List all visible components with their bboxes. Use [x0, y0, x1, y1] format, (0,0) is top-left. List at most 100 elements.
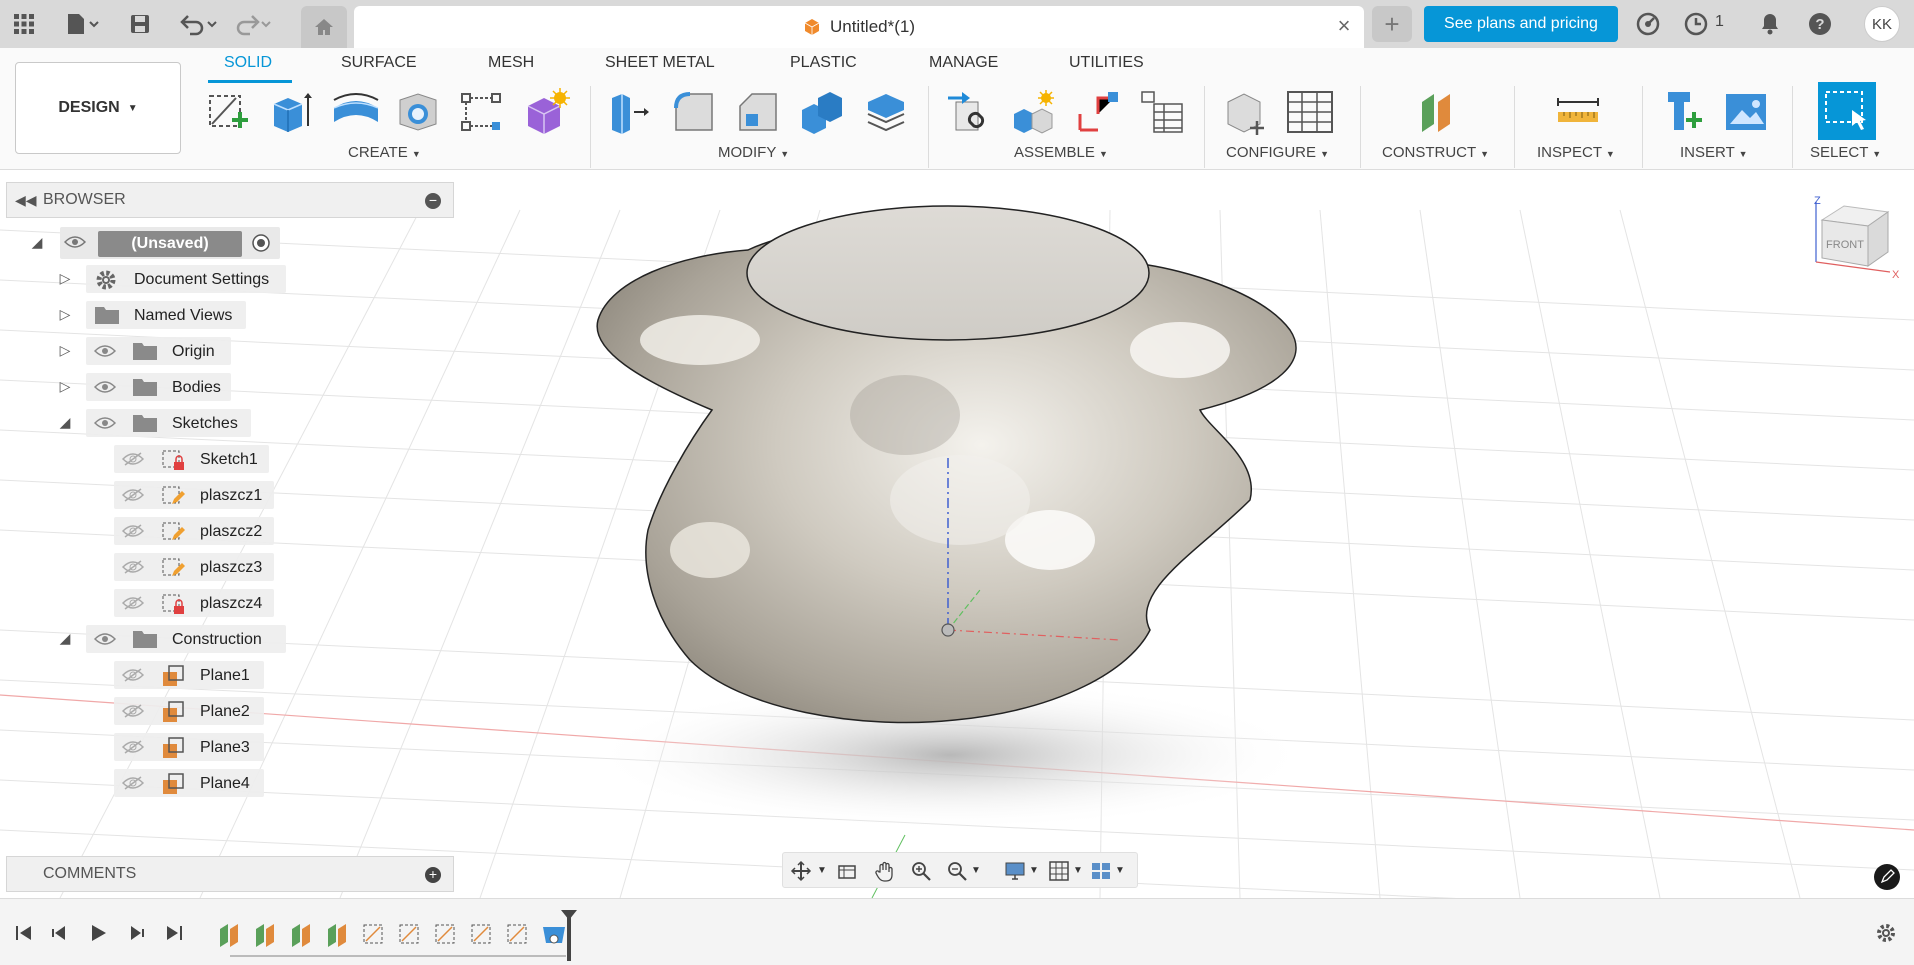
zoom-icon[interactable] — [907, 857, 935, 885]
eye-hidden-icon[interactable] — [121, 487, 145, 508]
look-at-icon[interactable] — [833, 857, 861, 885]
chevron-down-icon[interactable]: ▼ — [1029, 865, 1039, 876]
fillet-icon[interactable] — [668, 86, 720, 138]
measure-icon[interactable] — [1552, 86, 1604, 138]
eye-hidden-icon[interactable] — [121, 703, 145, 724]
shell-icon[interactable] — [392, 86, 444, 138]
bill-of-materials-icon[interactable] — [1136, 86, 1188, 138]
home-tab[interactable] — [301, 6, 347, 48]
document-tab[interactable]: Untitled*(1) × — [354, 6, 1364, 48]
revolve-icon[interactable] — [330, 86, 382, 138]
construct-menu[interactable]: CONSTRUCT ▼ — [1382, 144, 1489, 161]
grid-settings-icon[interactable] — [1045, 857, 1073, 885]
timeline-sketch-icon[interactable] — [504, 921, 532, 947]
timeline-form-icon[interactable] — [540, 921, 568, 947]
chevron-down-icon[interactable]: ▼ — [817, 865, 827, 876]
tab-surface[interactable]: SURFACE — [341, 54, 417, 72]
eye-hidden-icon[interactable] — [121, 559, 145, 580]
chevron-down-icon[interactable]: ▼ — [971, 865, 981, 876]
collapse-triangle-icon[interactable]: ◢ — [28, 234, 46, 251]
expand-triangle-icon[interactable]: ▷ — [56, 378, 74, 395]
browser-tree-row[interactable]: Plane3 — [114, 731, 264, 761]
play-icon[interactable] — [86, 921, 110, 945]
add-comment-icon[interactable]: + — [425, 867, 441, 883]
extensions-icon[interactable] — [1632, 8, 1664, 40]
tab-sheet-metal[interactable]: SHEET METAL — [605, 54, 715, 72]
expand-triangle-icon[interactable]: ▷ — [56, 306, 74, 323]
select-menu[interactable]: SELECT ▼ — [1810, 144, 1881, 161]
browser-tree-row[interactable]: Sketches — [86, 407, 251, 437]
tab-manage[interactable]: MANAGE — [929, 54, 998, 72]
3d-viewport[interactable] — [0, 170, 1914, 898]
top-face[interactable] — [746, 205, 1150, 341]
browser-tree-row[interactable]: Sketch1 — [114, 443, 269, 473]
eye-hidden-icon[interactable] — [121, 595, 145, 616]
apps-grid-icon[interactable] — [8, 8, 40, 40]
eye-icon[interactable] — [64, 234, 86, 250]
collapse-triangle-icon[interactable]: ◢ — [56, 414, 74, 431]
timeline-plane-icon[interactable] — [288, 921, 316, 947]
tab-utilities[interactable]: UTILITIES — [1069, 54, 1144, 72]
joint-icon[interactable] — [1008, 86, 1060, 138]
browser-tree-row[interactable]: plaszcz3 — [114, 551, 274, 581]
tab-solid[interactable]: SOLID — [224, 54, 272, 72]
new-tab-button[interactable]: + — [1372, 6, 1412, 42]
browser-tree-row[interactable]: plaszcz4 — [114, 587, 274, 617]
eye-hidden-icon[interactable] — [121, 451, 145, 472]
browser-tree-row[interactable]: Construction — [86, 623, 286, 653]
insert-menu[interactable]: INSERT ▼ — [1680, 144, 1748, 161]
extrude-icon[interactable] — [266, 86, 318, 138]
undo-icon[interactable] — [176, 8, 220, 40]
create-sketch-icon[interactable] — [202, 86, 254, 138]
timeline-plane-icon[interactable] — [216, 921, 244, 947]
timeline-plane-icon[interactable] — [324, 921, 352, 947]
combine-icon[interactable] — [796, 86, 848, 138]
pan-hand-icon[interactable] — [871, 857, 899, 885]
eye-hidden-icon[interactable] — [121, 775, 145, 796]
orbit-icon[interactable] — [787, 857, 815, 885]
timeline-sketch-icon[interactable] — [468, 921, 496, 947]
browser-panel-header[interactable]: ◀◀ BROWSER − — [6, 182, 454, 218]
browser-tree-row[interactable]: Document Settings — [86, 263, 286, 293]
step-forward-icon[interactable] — [124, 921, 148, 945]
timeline-sketch-icon[interactable] — [396, 921, 424, 947]
browser-tree-row[interactable]: plaszcz2 — [114, 515, 274, 545]
file-menu-icon[interactable] — [60, 8, 104, 40]
save-icon[interactable] — [124, 8, 156, 40]
create-form-icon[interactable] — [520, 86, 572, 138]
redo-icon[interactable] — [230, 8, 274, 40]
fit-zoom-icon[interactable] — [943, 857, 971, 885]
collapse-triangle-icon[interactable]: ◢ — [56, 630, 74, 647]
minimize-panel-icon[interactable]: − — [425, 193, 441, 209]
eye-hidden-icon[interactable] — [121, 739, 145, 760]
eye-icon[interactable] — [93, 343, 117, 364]
chevron-down-icon[interactable]: ▼ — [1115, 865, 1125, 876]
browser-tree-row[interactable]: Plane4 — [114, 767, 264, 797]
help-icon[interactable]: ? — [1804, 8, 1836, 40]
new-component-icon[interactable] — [944, 86, 996, 138]
expand-triangle-icon[interactable]: ▷ — [56, 270, 74, 287]
browser-tree-row[interactable]: Origin — [86, 335, 231, 365]
assemble-menu[interactable]: ASSEMBLE ▼ — [1014, 144, 1108, 161]
job-status-icon[interactable] — [1680, 8, 1712, 40]
configure-icon[interactable] — [1220, 86, 1272, 138]
as-built-joint-icon[interactable] — [1072, 86, 1124, 138]
timeline-plane-icon[interactable] — [252, 921, 280, 947]
offset-plane-icon[interactable] — [1412, 86, 1464, 138]
configure-menu[interactable]: CONFIGURE ▼ — [1226, 144, 1329, 161]
create-menu[interactable]: CREATE ▼ — [348, 144, 421, 161]
configuration-table-icon[interactable] — [1284, 86, 1336, 138]
user-avatar[interactable]: KK — [1864, 6, 1900, 42]
display-settings-icon[interactable] — [1001, 857, 1029, 885]
step-back-icon[interactable] — [48, 921, 72, 945]
press-pull-icon[interactable] — [604, 86, 656, 138]
browser-tree-row[interactable]: plaszcz1 — [114, 479, 274, 509]
timeline-sketch-icon[interactable] — [432, 921, 460, 947]
pen-tool-icon[interactable] — [1874, 864, 1900, 890]
go-to-end-icon[interactable] — [162, 921, 186, 945]
browser-tree-row[interactable]: Plane2 — [114, 695, 264, 725]
viewports-icon[interactable] — [1087, 857, 1115, 885]
timeline-settings-gear-icon[interactable] — [1874, 921, 1898, 945]
go-to-start-icon[interactable] — [12, 921, 36, 945]
insert-mcmaster-icon[interactable] — [1656, 86, 1708, 138]
